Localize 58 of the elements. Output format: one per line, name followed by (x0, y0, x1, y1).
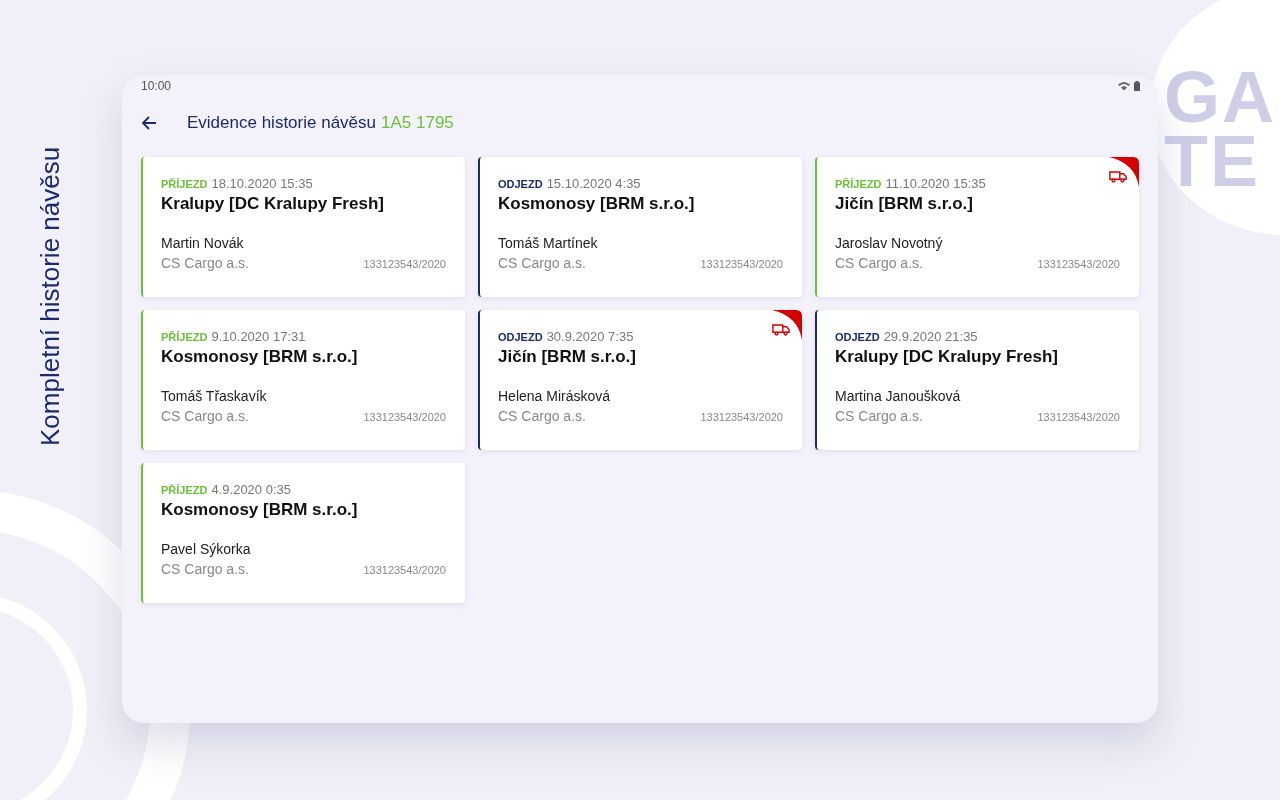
company-name: CS Cargo a.s. (161, 255, 249, 271)
company-name: CS Cargo a.s. (498, 408, 586, 424)
driver-name: Jaroslav Novotný (835, 235, 944, 251)
movement-type: PŘÍJEZD (161, 331, 208, 343)
movement-type: ODJEZD (498, 178, 543, 190)
place-name: Kosmonosy [BRM s.r.o.] (161, 347, 359, 367)
record-card[interactable]: PŘÍJEZD 18.10.2020 15:35 Kralupy [DC Kralupy Fresh] Martin Novák CS Cargo a.s. 133123543/2020 (141, 157, 465, 297)
document-number: 133123543/2020 (363, 258, 446, 270)
date-time: 30.9.2020 7:35 (546, 329, 634, 344)
battery-icon (1134, 81, 1140, 91)
wifi-icon (1118, 81, 1130, 91)
back-button[interactable] (141, 115, 157, 131)
record-card[interactable]: ODJEZD 29.9.2020 21:35 Kralupy [DC Kralupy Fresh] Martina Janoušková CS Cargo a.s. 133123543/2020 (815, 310, 1139, 450)
place-name: Kralupy [DC Kralupy Fresh] (835, 347, 1059, 367)
movement-type: PŘÍJEZD (835, 178, 882, 190)
document-number: 133123543/2020 (1037, 258, 1120, 270)
driver-name: Martin Novák (161, 235, 245, 251)
driver-name: Pavel Sýkorka (161, 541, 252, 557)
date-time: 4.9.2020 0:35 (211, 482, 291, 497)
movement-type: ODJEZD (498, 331, 543, 343)
place-name: Kosmonosy [BRM s.r.o.] (498, 194, 696, 214)
truck-icon (772, 323, 790, 336)
company-name: CS Cargo a.s. (835, 408, 923, 424)
movement-type: PŘÍJEZD (161, 484, 208, 496)
place-name: Jičín [BRM s.r.o.] (498, 347, 637, 367)
driver-name: Tomáš Martínek (498, 235, 599, 251)
document-number: 133123543/2020 (700, 258, 783, 270)
document-number: 133123543/2020 (1037, 411, 1120, 423)
date-time: 11.10.2020 15:35 (885, 176, 986, 191)
company-name: CS Cargo a.s. (498, 255, 586, 271)
place-name: Kralupy [DC Kralupy Fresh] (161, 194, 385, 214)
place-name: Kosmonosy [BRM s.r.o.] (161, 500, 359, 520)
company-name: CS Cargo a.s. (835, 255, 923, 271)
date-time: 9.10.2020 17:31 (211, 329, 306, 344)
side-heading: Kompletní historie návěsu (34, 145, 66, 446)
document-number: 133123543/2020 (363, 411, 446, 423)
date-time: 15.10.2020 4:35 (546, 176, 641, 191)
record-card[interactable]: PŘÍJEZD 11.10.2020 15:35 Jičín [BRM s.r.o.] Jaroslav Novotný CS Cargo a.s. 133123543/2020 (815, 157, 1139, 297)
movement-type: PŘÍJEZD (161, 178, 208, 190)
driver-name: Tomáš Třaskavík (161, 388, 268, 404)
date-time: 29.9.2020 21:35 (883, 329, 978, 344)
record-card[interactable]: PŘÍJEZD 4.9.2020 0:35 Kosmonosy [BRM s.r.o.] Pavel Sýkorka CS Cargo a.s. 133123543/2020 (141, 463, 465, 603)
movement-type: ODJEZD (835, 331, 880, 343)
driver-name: Martina Janoušková (835, 388, 962, 404)
document-number: 133123543/2020 (363, 564, 446, 576)
record-card[interactable]: ODJEZD 15.10.2020 4:35 Kosmonosy [BRM s.r.o.] Tomáš Martínek CS Cargo a.s. 133123543/2020 (478, 157, 802, 297)
truck-icon (1109, 170, 1127, 183)
trailer-number: 1A5 1795 (381, 113, 454, 133)
record-card[interactable]: ODJEZD 30.9.2020 7:35 Jičín [BRM s.r.o.] Helena Mirásková CS Cargo a.s. 133123543/2020 (478, 310, 802, 450)
date-time: 18.10.2020 15:35 (211, 176, 313, 191)
status-time: 10:00 (141, 79, 172, 93)
driver-name: Helena Mirásková (498, 388, 612, 404)
document-number: 133123543/2020 (700, 411, 783, 423)
company-name: CS Cargo a.s. (161, 561, 249, 577)
place-name: Jičín [BRM s.r.o.] (835, 194, 974, 214)
company-name: CS Cargo a.s. (161, 408, 249, 424)
page-title: Evidence historie návěsu (187, 113, 376, 133)
record-card[interactable]: PŘÍJEZD 9.10.2020 17:31 Kosmonosy [BRM s.r.o.] Tomáš Třaskavík CS Cargo a.s. 133123543/2020 (141, 310, 465, 450)
